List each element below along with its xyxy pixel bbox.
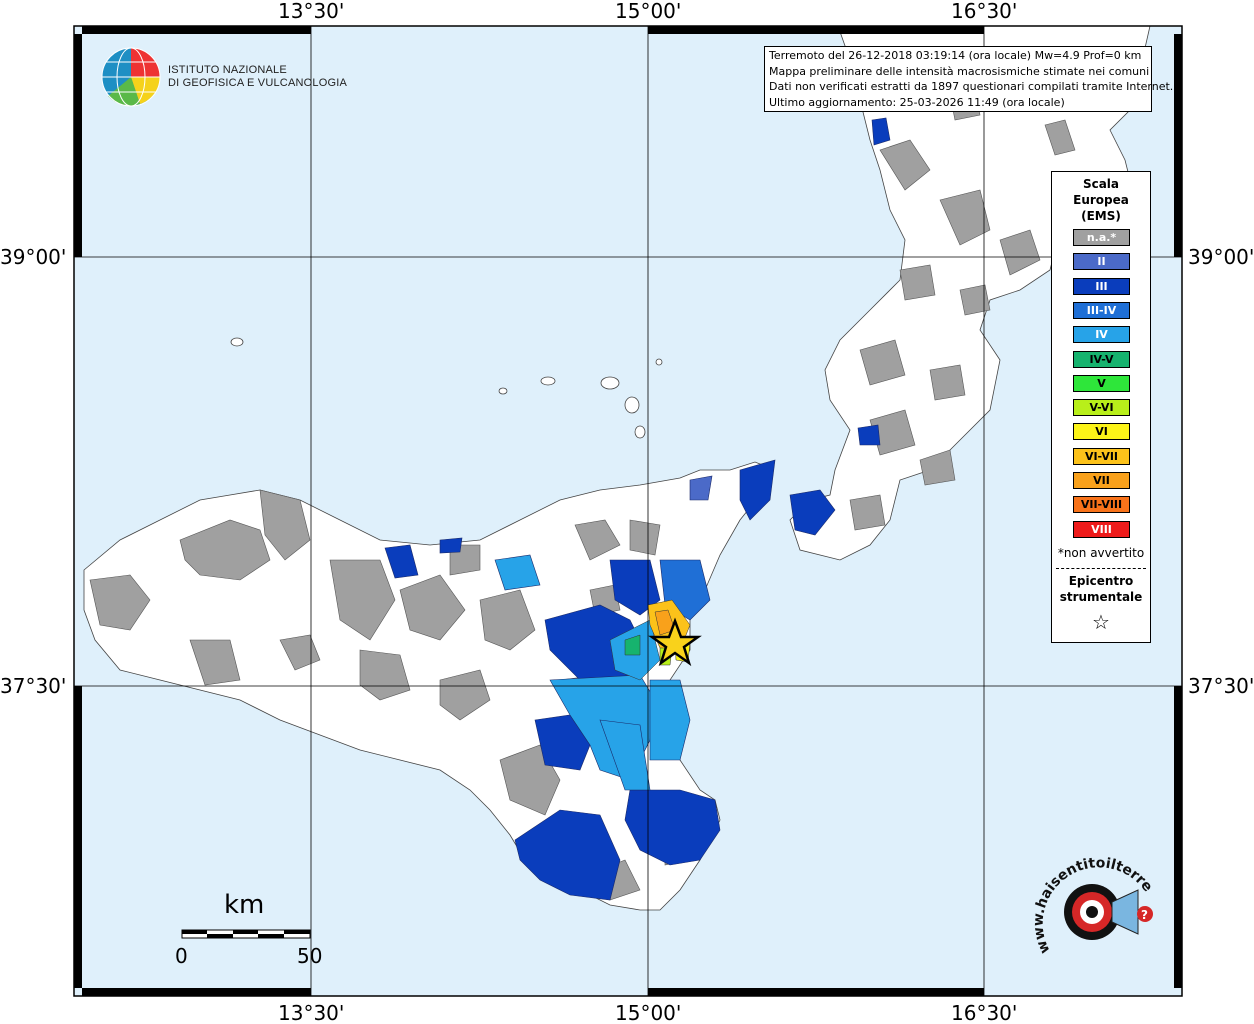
legend-item-6: V <box>1073 374 1130 392</box>
scale-start: 0 <box>175 944 188 968</box>
lon-label-top-2: 15°00' <box>615 0 681 23</box>
hsit-logo: ? www.haisentitoilterremoto.it <box>1030 856 1156 956</box>
lon-label-bottom-1: 13°30' <box>278 1001 344 1024</box>
lat-label-right-2: 37°30' <box>1188 674 1254 698</box>
info-line-2: Mappa preliminare delle intensità macros… <box>769 64 1150 78</box>
svg-text:?: ? <box>1141 908 1148 922</box>
legend-item-3: III-IV <box>1073 301 1130 319</box>
ems-legend: Scala Europea (EMS) n.a.* II III III-IV IV IV… <box>1051 171 1151 643</box>
scale-unit: km <box>224 890 265 920</box>
info-line-4: Ultimo aggiornamento: 25-03-2026 11:49 (… <box>769 95 1065 109</box>
legend-title: Scala Europea (EMS) <box>1052 176 1150 224</box>
logo-line-2: DI GEOFISICA E VULCANOLOGIA <box>168 77 347 89</box>
legend-title-1: Scala <box>1082 177 1120 191</box>
legend-star-icon: ☆ <box>1092 610 1110 634</box>
ingv-logo-text: ISTITUTO NAZIONALE DI GEOFISICA E VULCAN… <box>168 64 347 90</box>
legend-item-9: VI-VII <box>1073 447 1130 465</box>
legend-item-5: IV-V <box>1073 350 1130 368</box>
info-line-1: Terremoto del 26-12-2018 03:19:14 (ora l… <box>769 49 1142 62</box>
lon-label-top-1: 13°30' <box>278 0 344 23</box>
lat-label-left-2: 37°30' <box>0 674 66 698</box>
lon-label-bottom-3: 16°30' <box>951 1001 1017 1024</box>
legend-note: *non avvertito <box>1057 546 1145 560</box>
legend-item-2: III <box>1073 277 1130 295</box>
legend-separator <box>1056 568 1146 569</box>
legend-epicentro: Epicentro strumentale <box>1052 573 1150 605</box>
info-line-3: Dati non verificati estratti da 1897 que… <box>769 80 1174 93</box>
lat-label-right-1: 39°00' <box>1188 245 1254 269</box>
legend-title-3: (EMS) <box>1081 209 1121 223</box>
scale-bar <box>181 929 311 939</box>
legend-epi-line-1: Epicentro <box>1068 574 1134 588</box>
logo-line-1: ISTITUTO NAZIONALE <box>168 64 287 76</box>
event-info-box: Terremoto del 26-12-2018 03:19:14 (ora l… <box>764 46 1174 112</box>
legend-item-1: II <box>1073 253 1130 271</box>
lon-label-top-3: 16°30' <box>951 0 1017 23</box>
legend-item-8: VI <box>1073 423 1130 441</box>
legend-item-12: VIII <box>1073 520 1130 538</box>
lon-label-bottom-2: 15°00' <box>615 1001 681 1024</box>
ingv-logo-icon <box>101 47 161 107</box>
legend-title-2: Europea <box>1073 193 1129 207</box>
legend-item-10: VII <box>1073 472 1130 489</box>
legend-item-7: V-VI <box>1073 399 1130 417</box>
legend-item-0: n.a.* <box>1073 229 1130 246</box>
legend-item-11: VII-VIII <box>1073 496 1130 514</box>
legend-item-4: IV <box>1073 326 1130 344</box>
lat-label-left-1: 39°00' <box>0 245 66 269</box>
scale-end: 50 <box>297 944 323 968</box>
legend-epi-line-2: strumentale <box>1059 590 1143 604</box>
